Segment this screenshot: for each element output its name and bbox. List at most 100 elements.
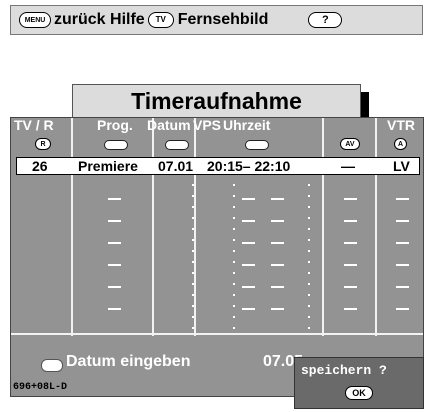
empty-field-dash [271, 242, 284, 244]
column-header-tvr: TV / R [14, 117, 54, 133]
image-code: 696+08L-D [13, 382, 68, 393]
row-channel: 26 [32, 158, 48, 174]
empty-field-dot [308, 305, 310, 307]
ok-button[interactable]: OK [345, 386, 373, 400]
empty-field-dot [233, 327, 235, 329]
empty-field-dot [308, 316, 310, 318]
empty-field-dot [233, 250, 235, 252]
empty-field-dash [108, 264, 121, 266]
help-bar: MENU zurück Hilfe TV Fernsehbild ? [10, 5, 423, 35]
empty-field-dot [233, 217, 235, 219]
timer-panel: TV / R Prog. Datum VPS Uhrzeit VTR R AV … [10, 117, 424, 397]
empty-field-dash [242, 308, 255, 310]
empty-field-dash [344, 308, 357, 310]
column-header-prog: Prog. [97, 117, 133, 133]
save-popup: speichern ? OK [294, 357, 424, 409]
empty-field-dot [308, 283, 310, 285]
empty-field-dash [271, 308, 284, 310]
empty-field-dash [396, 198, 409, 200]
r-key-icon: R [35, 138, 51, 150]
empty-field-dash [396, 242, 409, 244]
empty-field-dot [233, 316, 235, 318]
empty-field-dot [308, 195, 310, 197]
column-divider [375, 118, 377, 336]
empty-field-dot [192, 294, 194, 296]
empty-field-dot [233, 294, 235, 296]
column-divider [152, 118, 154, 336]
empty-field-dash [396, 308, 409, 310]
empty-field-dot [192, 283, 194, 285]
footer-divider [11, 333, 423, 335]
empty-field-dash [271, 286, 284, 288]
tv-picture-label: Fernsehbild [177, 11, 269, 28]
empty-field-dash [108, 198, 121, 200]
page-title: Timeraufnahme [72, 84, 361, 118]
empty-field-dot [192, 305, 194, 307]
empty-field-dash [271, 264, 284, 266]
empty-field-dash [344, 220, 357, 222]
tv-key-icon: TV [147, 12, 174, 28]
empty-field-dot [192, 228, 194, 230]
row-program: Premiere [78, 158, 138, 174]
empty-field-dot [308, 217, 310, 219]
empty-field-dash [396, 286, 409, 288]
empty-field-dash [108, 242, 121, 244]
empty-field-dot [233, 206, 235, 208]
empty-field-dash [344, 286, 357, 288]
empty-field-dot [233, 239, 235, 241]
empty-field-dot [233, 272, 235, 274]
empty-field-dash [271, 220, 284, 222]
column-divider [322, 118, 324, 336]
green-key-icon [165, 140, 189, 150]
red-key-icon [104, 140, 128, 150]
empty-field-dot [308, 184, 310, 186]
empty-field-dash [242, 220, 255, 222]
empty-field-dash [108, 220, 121, 222]
empty-field-dot [192, 184, 194, 186]
empty-field-dot [233, 228, 235, 230]
empty-field-dot [192, 316, 194, 318]
empty-field-dot [233, 283, 235, 285]
empty-field-dot [192, 327, 194, 329]
empty-field-dot [233, 184, 235, 186]
empty-field-dot [308, 327, 310, 329]
column-header-vps: VPS [193, 117, 222, 133]
enter-date-prompt: Datum eingeben [66, 353, 191, 370]
empty-field-dot [192, 239, 194, 241]
column-header-uhrzeit: Uhrzeit [223, 117, 271, 133]
row-av: — [341, 158, 355, 174]
row-time: 20:15– 22:10 [207, 158, 291, 174]
empty-field-dot [233, 195, 235, 197]
empty-field-dot [233, 305, 235, 307]
save-prompt: speichern ? [301, 363, 387, 378]
empty-field-dash [344, 198, 357, 200]
column-divider [194, 118, 196, 336]
row-date: 07.01 [158, 158, 194, 174]
empty-field-dot [192, 250, 194, 252]
empty-field-dot [192, 195, 194, 197]
empty-field-dot [233, 261, 235, 263]
empty-field-dash [108, 286, 121, 288]
column-divider [71, 118, 73, 336]
empty-field-dash [242, 286, 255, 288]
empty-field-dot [192, 217, 194, 219]
empty-field-dot [192, 261, 194, 263]
empty-field-dot [308, 294, 310, 296]
empty-field-dash [396, 264, 409, 266]
help-key-icon: ? [308, 12, 343, 28]
empty-field-dash [242, 264, 255, 266]
row-vtr: LV [393, 158, 410, 174]
av-key-icon: AV [340, 138, 360, 150]
a-key-icon: A [394, 138, 407, 150]
empty-field-dot [308, 261, 310, 263]
empty-field-dot [308, 250, 310, 252]
back-help-label: zurück Hilfe [54, 11, 145, 28]
column-header-datum: Datum [147, 117, 191, 133]
empty-field-dash [242, 242, 255, 244]
empty-field-dot [308, 272, 310, 274]
empty-field-dash [344, 264, 357, 266]
white-key-icon [41, 359, 63, 372]
empty-field-dot [192, 206, 194, 208]
empty-field-dash [344, 242, 357, 244]
yellow-key-icon [245, 140, 269, 150]
